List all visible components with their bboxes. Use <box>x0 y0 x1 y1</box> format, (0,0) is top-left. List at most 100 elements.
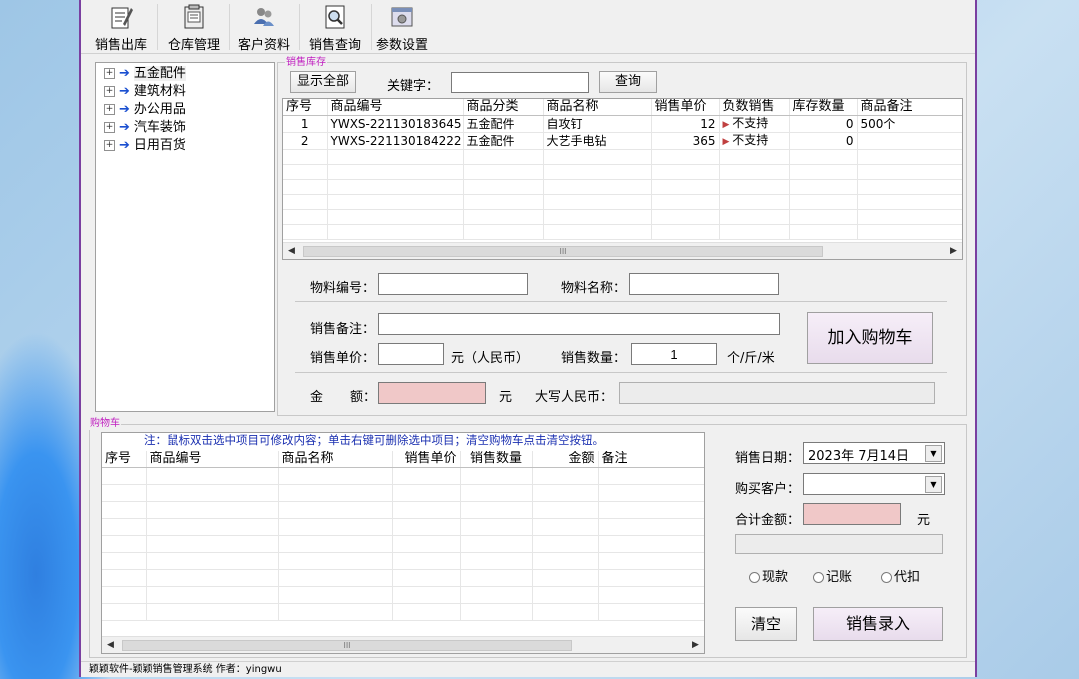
column-header[interactable]: 序号 <box>283 99 328 116</box>
arrow-right-icon: ➔ <box>119 138 130 153</box>
item-code-input[interactable] <box>378 273 528 295</box>
scroll-right-icon[interactable]: ▶ <box>687 637 704 653</box>
cart-hscrollbar[interactable]: ◀ III ▶ <box>102 636 704 653</box>
add-to-cart-button[interactable]: 加入购物车 <box>807 312 933 364</box>
column-header[interactable]: 负数销售 <box>719 99 790 116</box>
column-header[interactable]: 金额 <box>532 451 599 468</box>
cart-table-container[interactable]: 注：鼠标双击选中项目可修改内容；单击右键可删除选中项目；清空购物车点击清空按钮。… <box>101 432 705 654</box>
column-header[interactable]: 商品备注 <box>857 99 962 116</box>
table-row <box>283 179 962 195</box>
cell-negative: ▶ 不支持 <box>719 115 790 133</box>
expand-icon[interactable]: + <box>104 68 115 79</box>
cell-stock: 0 <box>789 115 858 133</box>
item-name-input[interactable] <box>629 273 779 295</box>
scroll-thumb[interactable]: III <box>122 640 572 651</box>
scroll-left-icon[interactable]: ◀ <box>283 243 300 259</box>
flag-icon: ▶ <box>722 137 733 147</box>
column-header[interactable]: 销售单价 <box>392 451 461 468</box>
total-caps-input <box>735 534 943 554</box>
status-bar: 颖颖软件-颖颖销售管理系统 作者：yingwu <box>81 661 975 677</box>
cell-price: 365 <box>651 132 720 150</box>
column-header[interactable]: 商品分类 <box>463 99 544 116</box>
toolbar-label: 销售查询 <box>308 38 361 53</box>
radio-label: 记账 <box>826 570 853 585</box>
table-row <box>102 518 704 536</box>
cell-name: 自攻钉 <box>543 115 652 133</box>
expand-icon[interactable]: + <box>104 104 115 115</box>
column-header[interactable]: 商品名称 <box>278 451 393 468</box>
keyword-input[interactable] <box>451 72 589 93</box>
tree-item-label: 日用百货 <box>133 138 186 153</box>
column-header[interactable]: 商品编号 <box>327 99 464 116</box>
table-row[interactable]: 2 YWXS-221130184222 五金配件 大艺手电钻 365 ▶ 不支持… <box>283 132 962 150</box>
scroll-left-icon[interactable]: ◀ <box>102 637 119 653</box>
chevron-down-icon[interactable]: ▼ <box>925 445 942 462</box>
toolbar-warehouse-button[interactable]: 仓库管理 <box>161 2 227 53</box>
rmb-caps-label: 大写人民币： <box>535 390 614 405</box>
show-all-button[interactable]: 显示全部 <box>290 71 356 93</box>
clear-button[interactable]: 清空 <box>735 607 797 641</box>
tree-item[interactable]: + ➔ 办公用品 <box>104 101 186 119</box>
expand-icon[interactable]: + <box>104 122 115 133</box>
column-header[interactable]: 序号 <box>102 451 147 468</box>
tree-item[interactable]: + ➔ 五金配件 <box>104 65 186 83</box>
toolbar-settings-button[interactable]: 参数设置 <box>371 2 433 53</box>
cell-price: 12 <box>651 115 720 133</box>
radio-label: 代扣 <box>894 570 921 585</box>
table-row <box>102 535 704 553</box>
column-header[interactable]: 销售数量 <box>460 451 533 468</box>
cell-code: YWXS-221130184222 <box>327 132 464 150</box>
table-header-row: 序号 商品编号 商品分类 商品名称 销售单价 负数销售 库存数量 商品备注 <box>283 99 962 116</box>
column-header[interactable]: 销售单价 <box>651 99 720 116</box>
toolbar-label: 参数设置 <box>375 38 428 53</box>
keyword-label: 关键字： <box>387 79 440 94</box>
table-row <box>102 467 704 485</box>
inventory-hscrollbar[interactable]: ◀ III ▶ <box>283 242 962 259</box>
sales-window: 销售出库 仓库管理 客户资料 销售查询 参数设置 + ➔ 五金配件 + ➔ 建筑… <box>79 0 977 677</box>
pay-credit-radio[interactable]: 记账 <box>813 566 852 585</box>
inventory-group-title: 销售库存 <box>285 57 327 69</box>
chevron-down-icon[interactable]: ▼ <box>925 476 942 493</box>
pay-cash-radio[interactable]: 现款 <box>749 566 788 585</box>
column-header[interactable]: 商品编号 <box>146 451 279 468</box>
column-header[interactable]: 备注 <box>598 451 704 468</box>
cell-note <box>857 132 962 150</box>
expand-icon[interactable]: + <box>104 140 115 151</box>
query-button[interactable]: 查询 <box>599 71 657 93</box>
search-doc-icon <box>325 5 345 29</box>
inventory-table-container[interactable]: 序号 商品编号 商品分类 商品名称 销售单价 负数销售 库存数量 商品备注 1 … <box>282 98 963 260</box>
table-row[interactable]: 1 YWXS-221130183645 五金配件 自攻钉 12 ▶ 不支持 0 … <box>283 115 962 133</box>
toolbar-sales-query-button[interactable]: 销售查询 <box>301 2 369 53</box>
pay-deduct-radio[interactable]: 代扣 <box>881 566 920 585</box>
category-tree[interactable]: + ➔ 五金配件 + ➔ 建筑材料 + ➔ 办公用品 + ➔ 汽车装饰 + ➔ 日用百货 <box>95 62 275 412</box>
toolbar-sales-out-button[interactable]: 销售出库 <box>87 2 155 53</box>
cart-group-title: 购物车 <box>89 418 121 430</box>
quantity-input[interactable] <box>631 343 717 365</box>
scroll-thumb[interactable]: III <box>303 246 823 257</box>
cell-category: 五金配件 <box>463 132 544 150</box>
table-row <box>102 484 704 502</box>
tree-item-label: 建筑材料 <box>133 84 186 99</box>
scroll-right-icon[interactable]: ▶ <box>945 243 962 259</box>
cell-code: YWXS-221130183645 <box>327 115 464 133</box>
table-row <box>283 194 962 210</box>
unit-price-input[interactable] <box>378 343 444 365</box>
toolbar-customers-button[interactable]: 客户资料 <box>231 2 297 53</box>
column-header[interactable]: 商品名称 <box>543 99 652 116</box>
customer-select[interactable]: ▼ <box>803 473 945 495</box>
column-header[interactable]: 库存数量 <box>789 99 858 116</box>
tree-item[interactable]: + ➔ 日用百货 <box>104 137 186 155</box>
sale-date-picker[interactable]: 2023年 7月14日 ▼ <box>803 442 945 464</box>
tree-item[interactable]: + ➔ 汽车装饰 <box>104 119 186 137</box>
sales-out-icon <box>111 7 133 29</box>
submit-sale-button[interactable]: 销售录入 <box>813 607 943 641</box>
expand-icon[interactable]: + <box>104 86 115 97</box>
tree-item[interactable]: + ➔ 建筑材料 <box>104 83 186 101</box>
arrow-right-icon: ➔ <box>119 120 130 135</box>
toolbar: 销售出库 仓库管理 客户资料 销售查询 参数设置 <box>81 0 975 54</box>
remark-input[interactable] <box>378 313 780 335</box>
arrow-right-icon: ➔ <box>119 102 130 117</box>
item-code-label: 物料编号： <box>310 281 376 296</box>
customer-label: 购买客户： <box>735 482 801 497</box>
table-row <box>283 149 962 165</box>
